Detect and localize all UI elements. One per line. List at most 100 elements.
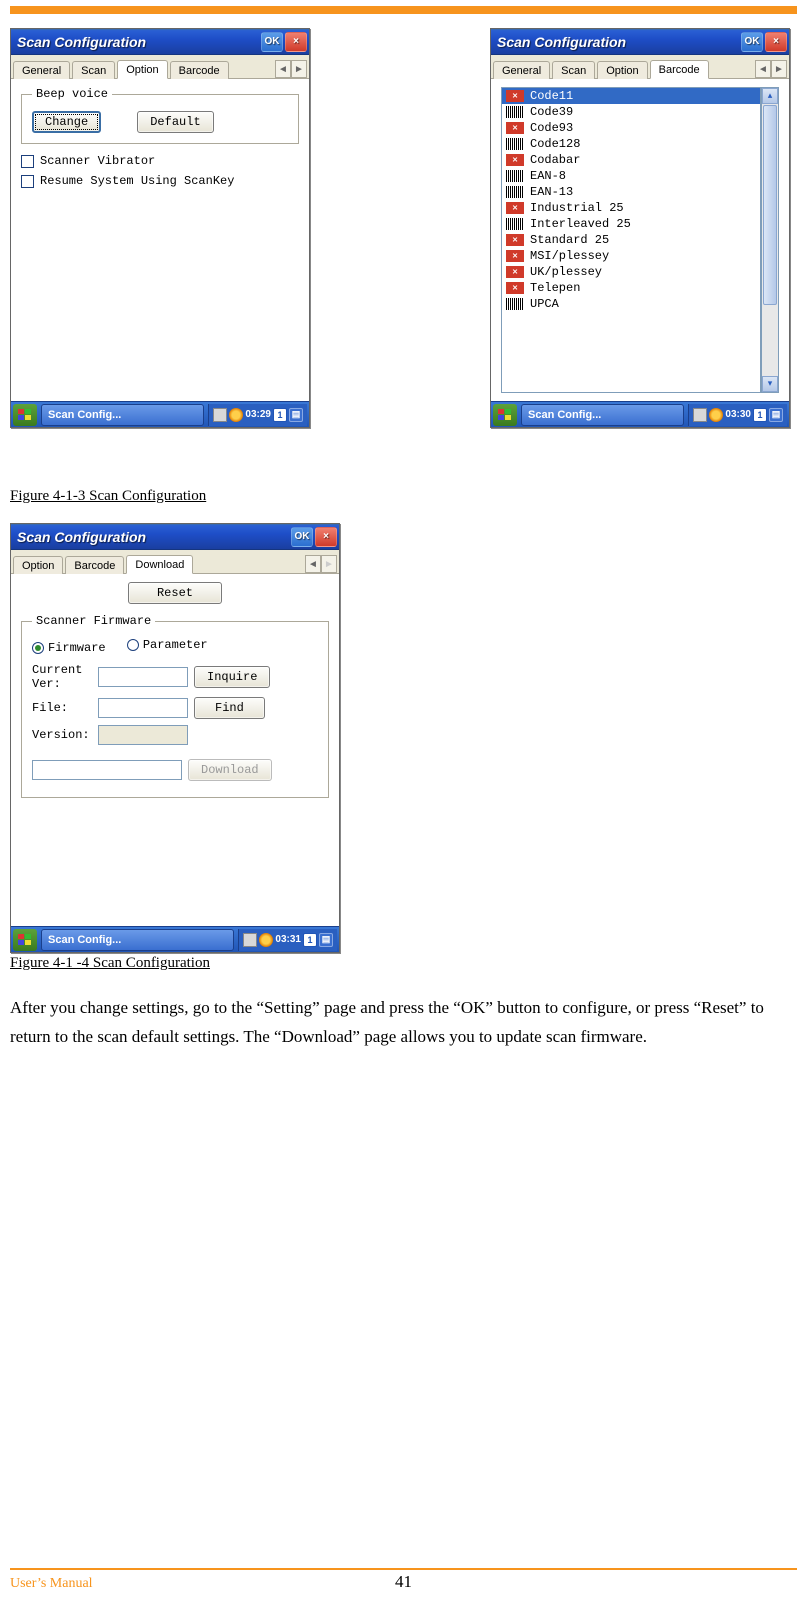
barcode-list-item[interactable]: ✕Telepen (502, 280, 760, 296)
firmware-radio[interactable]: Firmware (32, 641, 106, 655)
barcode-list-item[interactable]: UPCA (502, 296, 760, 312)
barcode-list-item[interactable]: ✕ Code11 (502, 88, 760, 104)
network-icon[interactable] (259, 933, 273, 947)
beep-voice-group: Beep voice Change Default (21, 87, 299, 144)
barcode-list-item[interactable]: ✕UK/plessey (502, 264, 760, 280)
download-path-input[interactable] (32, 760, 182, 780)
checkbox-icon (21, 155, 34, 168)
barcode-list-item[interactable]: ✕Industrial 25 (502, 200, 760, 216)
tab-scroll-left-button[interactable]: ◄ (305, 555, 321, 573)
scroll-thumb[interactable] (763, 105, 777, 305)
desktop-icon[interactable]: ▤ (289, 408, 303, 422)
taskbar-app-button[interactable]: Scan Config... (41, 404, 204, 426)
barcode-list-item[interactable]: Interleaved 25 (502, 216, 760, 232)
clock[interactable]: 03:29 (245, 409, 271, 420)
sip-button[interactable]: 1 (273, 408, 287, 422)
tab-download[interactable]: Download (126, 555, 193, 574)
tab-bar: Option Barcode Download ◄ ► (11, 550, 339, 574)
scanner-vibrator-checkbox[interactable]: Scanner Vibrator (21, 154, 299, 168)
connection-icon[interactable] (213, 408, 227, 422)
tab-barcode[interactable]: Barcode (650, 60, 709, 79)
barcode-item-label: MSI/plessey (530, 249, 609, 263)
sip-button[interactable]: 1 (303, 933, 317, 947)
barcode-item-label: Code11 (530, 89, 573, 103)
barcode-item-label: UPCA (530, 297, 559, 311)
barcode-list-item[interactable]: ✕Codabar (502, 152, 760, 168)
window-scan-config-option: Scan Configuration OK × General Scan Opt… (10, 28, 310, 428)
taskbar-app-button[interactable]: Scan Config... (41, 929, 234, 951)
connection-icon[interactable] (693, 408, 707, 422)
change-button[interactable]: Change (32, 111, 101, 133)
barcode-bars-icon (506, 170, 524, 182)
tab-scroll-left-button[interactable]: ◄ (755, 60, 771, 78)
reset-button[interactable]: Reset (128, 582, 222, 604)
barcode-list-item[interactable]: ✕Standard 25 (502, 232, 760, 248)
barcode-list[interactable]: ✕ Code11 Code39✕Code93Code128✕CodabarEAN-8… (501, 87, 761, 393)
barcode-list-item[interactable]: EAN-8 (502, 168, 760, 184)
vertical-scrollbar[interactable]: ▴ ▾ (761, 87, 779, 393)
tab-option[interactable]: Option (117, 60, 167, 79)
barcode-bars-icon (506, 138, 524, 150)
tab-scroll-left-button[interactable]: ◄ (275, 60, 291, 78)
system-tray: 03:30 1 ▤ (688, 404, 787, 426)
download-button[interactable]: Download (188, 759, 272, 781)
inquire-button[interactable]: Inquire (194, 666, 270, 688)
barcode-list-item[interactable]: EAN-13 (502, 184, 760, 200)
parameter-radio[interactable]: Parameter (127, 638, 208, 652)
barcode-item-label: EAN-8 (530, 169, 566, 183)
tab-barcode[interactable]: Barcode (65, 556, 124, 574)
close-button[interactable]: × (765, 32, 787, 52)
start-button[interactable] (13, 929, 37, 951)
find-button[interactable]: Find (194, 697, 265, 719)
header-accent-rule (10, 6, 797, 14)
ok-button[interactable]: OK (261, 32, 283, 52)
tab-general[interactable]: General (13, 61, 70, 79)
desktop-icon[interactable]: ▤ (319, 933, 333, 947)
close-button[interactable]: × (315, 527, 337, 547)
start-button[interactable] (493, 404, 517, 426)
barcode-item-label: UK/plessey (530, 265, 602, 279)
barcode-list-item[interactable]: Code39 (502, 104, 760, 120)
file-input[interactable] (98, 698, 188, 718)
barcode-disabled-icon: ✕ (506, 90, 524, 102)
tab-barcode[interactable]: Barcode (170, 61, 229, 79)
tab-scroll-right-button[interactable]: ► (291, 60, 307, 78)
client-area: Beep voice Change Default Scanner Vibrat… (11, 79, 309, 401)
barcode-list-item[interactable]: Code128 (502, 136, 760, 152)
clock[interactable]: 03:30 (725, 409, 751, 420)
start-button[interactable] (13, 404, 37, 426)
network-icon[interactable] (229, 408, 243, 422)
tab-general[interactable]: General (493, 61, 550, 79)
barcode-list-item[interactable]: ✕MSI/plessey (502, 248, 760, 264)
scroll-down-button[interactable]: ▾ (762, 376, 778, 392)
barcode-bars-icon (506, 298, 524, 310)
ok-button[interactable]: OK (291, 527, 313, 547)
taskbar-app-button[interactable]: Scan Config... (521, 404, 684, 426)
default-button[interactable]: Default (137, 111, 213, 133)
tab-scroll-right-button[interactable]: ► (321, 555, 337, 573)
ok-button[interactable]: OK (741, 32, 763, 52)
tab-scan[interactable]: Scan (72, 61, 115, 79)
connection-icon[interactable] (243, 933, 257, 947)
current-ver-input[interactable] (98, 667, 188, 687)
sip-button[interactable]: 1 (753, 408, 767, 422)
barcode-item-label: Codabar (530, 153, 580, 167)
window-title: Scan Configuration (17, 529, 289, 545)
taskbar: Scan Config... 03:30 1 ▤ (491, 401, 789, 427)
barcode-item-label: Code39 (530, 105, 573, 119)
window-title: Scan Configuration (497, 34, 739, 50)
network-icon[interactable] (709, 408, 723, 422)
tab-option[interactable]: Option (597, 61, 647, 79)
tab-scan[interactable]: Scan (552, 61, 595, 79)
tab-scroll-right-button[interactable]: ► (771, 60, 787, 78)
resume-scankey-checkbox[interactable]: Resume System Using ScanKey (21, 174, 299, 188)
barcode-item-label: Code93 (530, 121, 573, 135)
clock[interactable]: 03:31 (275, 934, 301, 945)
close-button[interactable]: × (285, 32, 307, 52)
scroll-up-button[interactable]: ▴ (762, 88, 778, 104)
barcode-list-item[interactable]: ✕Code93 (502, 120, 760, 136)
barcode-item-label: Standard 25 (530, 233, 609, 247)
tab-option[interactable]: Option (13, 556, 63, 574)
desktop-icon[interactable]: ▤ (769, 408, 783, 422)
figure-caption-414: Figure 4-1 -4 Scan Configuration (10, 955, 797, 972)
